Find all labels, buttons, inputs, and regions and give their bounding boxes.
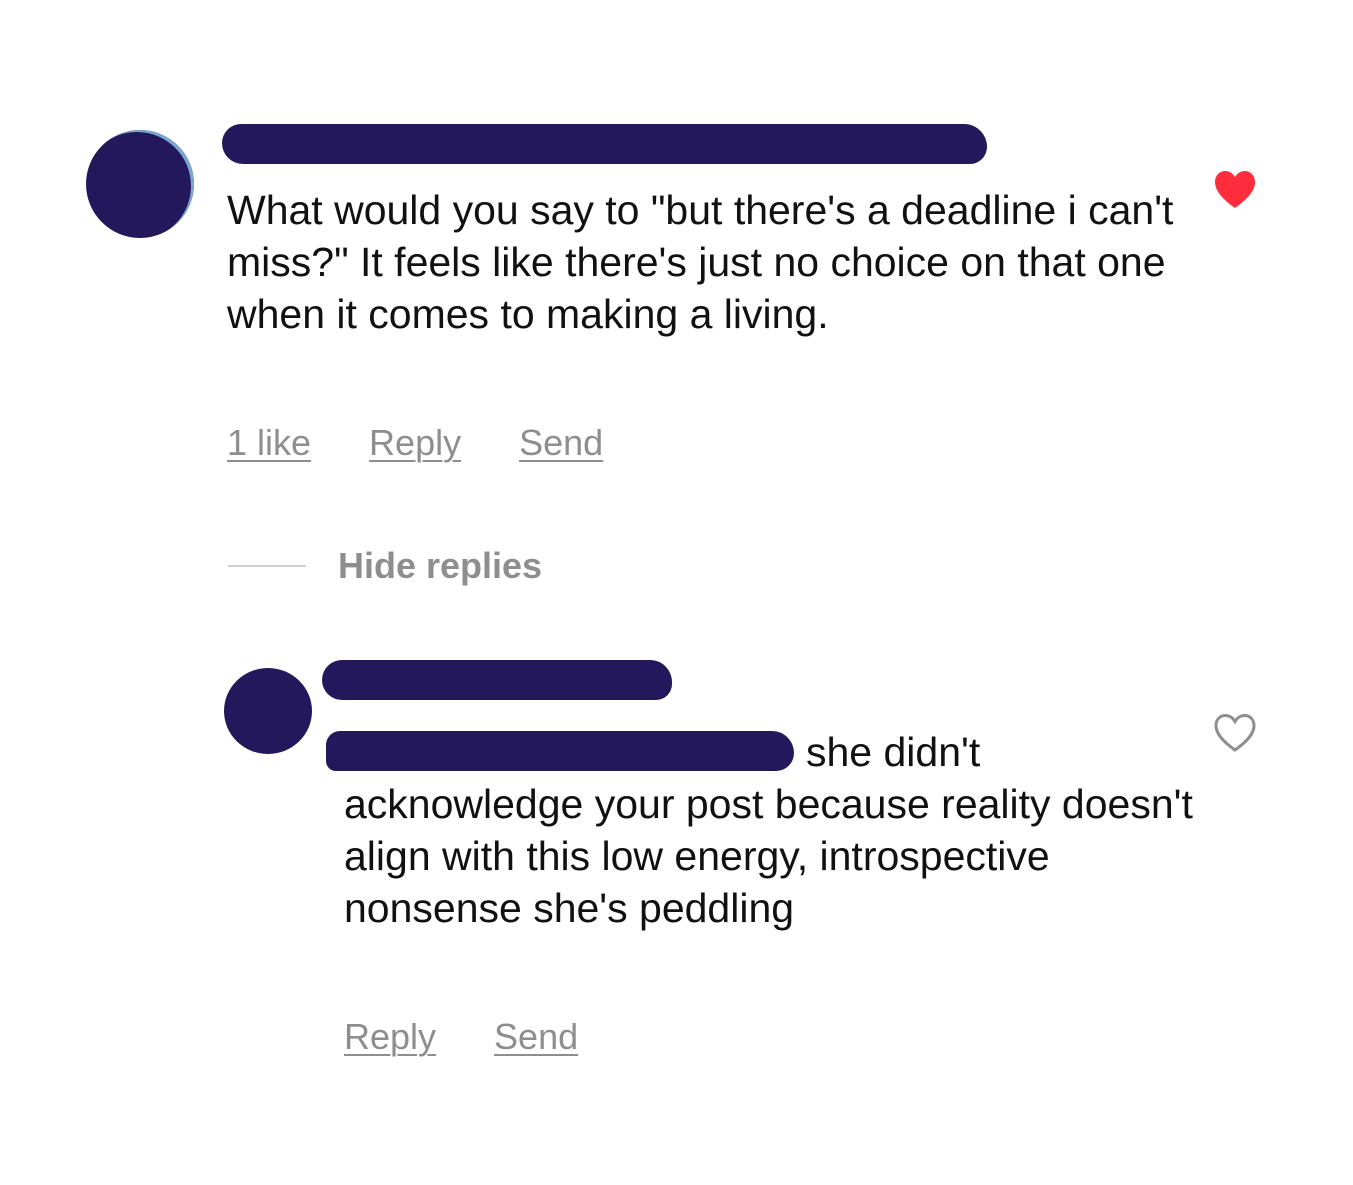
reply-text-first-line: she didn't: [806, 729, 981, 775]
reply-text: acknowledge your post because reality do…: [344, 781, 1193, 931]
comment-actions: 1 like Reply Send: [227, 422, 603, 464]
send-button[interactable]: Send: [519, 422, 603, 464]
hide-replies-button[interactable]: Hide replies: [228, 545, 542, 587]
reply-actions: Reply Send: [344, 1016, 578, 1058]
reply-button[interactable]: Reply: [369, 422, 461, 464]
redacted-mention: [326, 731, 794, 771]
redacted-username: [222, 124, 987, 164]
reply-send-button[interactable]: Send: [494, 1016, 578, 1058]
comment-text: What would you say to "but there's a dea…: [227, 187, 1174, 337]
divider-line: [228, 565, 306, 567]
reply-reply-button[interactable]: Reply: [344, 1016, 436, 1058]
heart-filled-icon[interactable]: [1213, 170, 1257, 210]
avatar[interactable]: [86, 130, 194, 238]
redacted-reply-username: [322, 660, 672, 700]
reply-avatar[interactable]: [224, 668, 312, 754]
hide-replies-label: Hide replies: [338, 545, 543, 586]
likes-count-link[interactable]: 1 like: [227, 422, 311, 464]
heart-outline-icon[interactable]: [1213, 713, 1257, 753]
